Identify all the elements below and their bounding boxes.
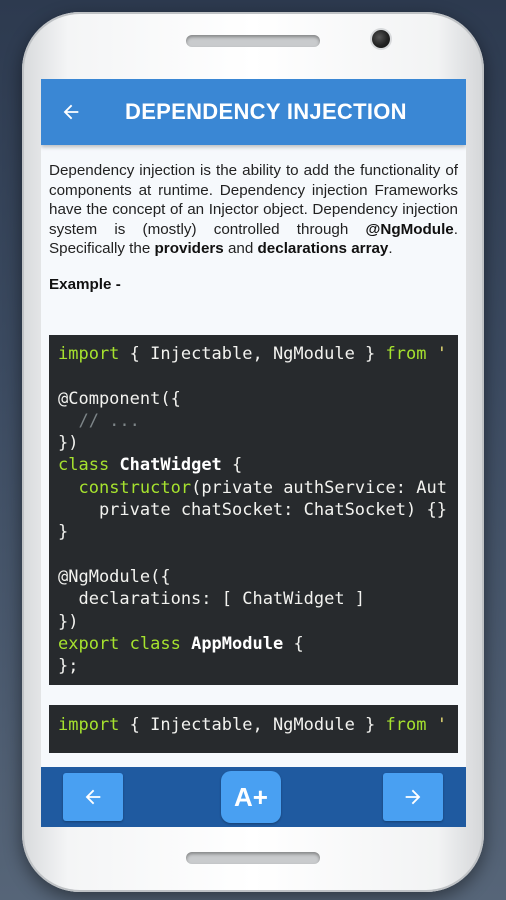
app-screen: DEPENDENCY INJECTION Dependency injectio… <box>41 79 466 827</box>
providers-highlight: providers <box>154 240 224 258</box>
code-line: // ... <box>58 410 140 431</box>
next-button[interactable] <box>383 773 443 821</box>
example-label: Example - <box>49 275 121 293</box>
code-line: }; <box>58 656 79 677</box>
ngmodule-highlight: @NgModule <box>365 220 454 238</box>
bottom-nav-bar: A+ <box>41 767 466 827</box>
code-block[interactable]: import { Injectable, NgModule } from ' <box>49 705 458 753</box>
previous-button[interactable] <box>63 773 123 821</box>
code-line: class ChatWidget { <box>58 455 243 476</box>
code-line: @NgModule({ <box>58 566 171 587</box>
phone-home-bar <box>186 852 320 864</box>
font-size-button[interactable]: A+ <box>221 771 281 823</box>
phone-camera <box>372 30 390 48</box>
code-line: }) <box>58 611 79 632</box>
code-line: private chatSocket: ChatSocket) {} <box>58 500 447 521</box>
code-line: } <box>58 522 69 543</box>
arrow-left-icon <box>85 789 101 805</box>
code-block[interactable]: import { Injectable, NgModule } from ' @… <box>49 335 458 685</box>
code-line: }) <box>58 433 79 454</box>
paragraph-text: . <box>388 240 393 258</box>
code-line: import { Injectable, NgModule } from ' <box>58 715 447 735</box>
app-bar: DEPENDENCY INJECTION <box>41 79 466 145</box>
article-body: Dependency injection is the ability to a… <box>49 161 458 293</box>
declarations-highlight: declarations array <box>257 240 389 258</box>
back-button[interactable] <box>41 79 101 145</box>
code-line: @Component({ <box>58 388 181 409</box>
code-line: import { Injectable, NgModule } from ' <box>58 344 447 364</box>
arrow-right-icon <box>405 789 421 805</box>
intro-paragraph: Dependency injection is the ability to a… <box>49 161 458 259</box>
code-line: constructor(private authService: Aut <box>78 477 447 498</box>
code-line: declarations: [ ChatWidget ] <box>58 589 366 610</box>
paragraph-text: and <box>223 240 258 258</box>
arrow-left-icon <box>63 104 79 120</box>
page-title: DEPENDENCY INJECTION <box>125 99 407 124</box>
code-line: export class AppModule { <box>58 633 304 654</box>
phone-speaker <box>186 35 320 47</box>
